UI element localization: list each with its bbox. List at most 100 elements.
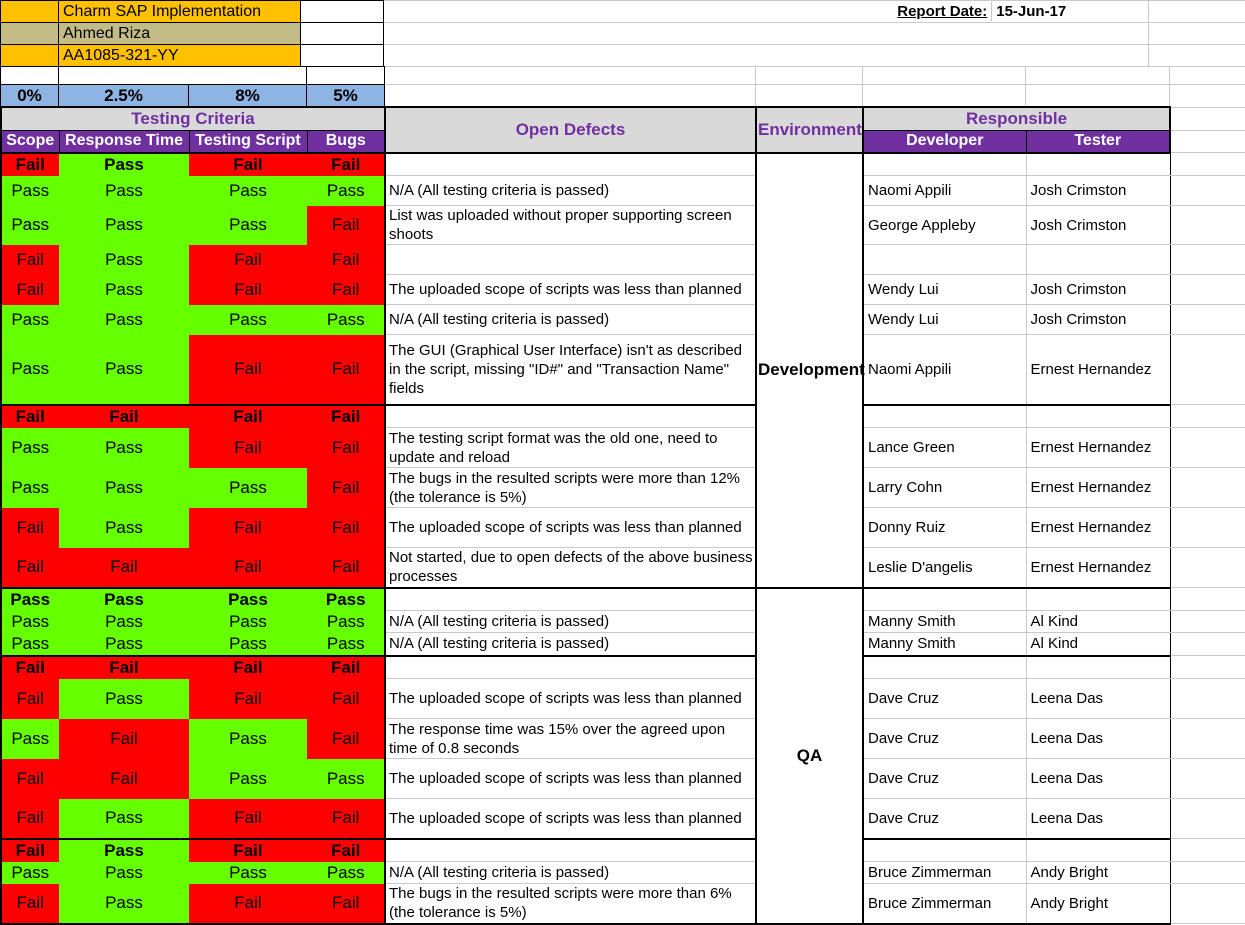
status-scope: Pass: [1, 588, 59, 611]
developer-name: Lance Green: [863, 428, 1026, 468]
row-blank-right: [1170, 719, 1245, 759]
row-blank-right: [1170, 153, 1245, 176]
status-testing-script: Fail: [189, 679, 307, 719]
spacer-h: [1170, 67, 1245, 85]
row-blank-right: [1170, 799, 1245, 839]
top-blank-2: [384, 23, 1149, 45]
tester-name: [1026, 588, 1170, 611]
project-name-value: Charm SAP Implementation: [59, 1, 301, 23]
row-blank-right: [1170, 588, 1245, 611]
developer-name: [863, 245, 1026, 275]
row-blank-right: [1170, 611, 1245, 633]
table-row: FailPassFailFailDevelopment: [1, 153, 1245, 176]
open-defect-text: The GUI (Graphical User Interface) isn't…: [385, 335, 756, 405]
manager-spacer: [301, 23, 384, 45]
status-bugs: Pass: [307, 611, 385, 633]
header-blank-right-2: [1170, 131, 1245, 153]
table-row: FailPassFailFailThe bugs in the resulted…: [1, 884, 1245, 924]
row-blank-right: [1170, 428, 1245, 468]
table-row: PassPassPassPassN/A (All testing criteri…: [1, 633, 1245, 656]
open-defect-text: The uploaded scope of scripts was less t…: [385, 759, 756, 799]
manager-value: Ahmed Riza: [59, 23, 301, 45]
developer-name: Manny Smith: [863, 611, 1026, 633]
status-scope: Pass: [1, 305, 59, 335]
status-testing-script: Fail: [189, 428, 307, 468]
status-bugs: Fail: [307, 153, 385, 176]
header-info-table: Charm SAP Implementation Report Date: 15…: [0, 0, 1245, 67]
open-defect-text: The uploaded scope of scripts was less t…: [385, 679, 756, 719]
status-bugs: Fail: [307, 799, 385, 839]
report-date-label: Report Date:: [889, 2, 992, 21]
status-bugs: Fail: [307, 719, 385, 759]
open-defect-text: N/A (All testing criteria is passed): [385, 176, 756, 206]
table-row: PassPassPassFailList was uploaded withou…: [1, 206, 1245, 245]
main-data-table: Testing Criteria Open Defects Environmen…: [0, 106, 1245, 925]
open-defect-text: The bugs in the resulted scripts were mo…: [385, 468, 756, 508]
row-blank-right: [1170, 468, 1245, 508]
header-testing-criteria: Testing Criteria: [1, 107, 385, 131]
developer-name: Larry Cohn: [863, 468, 1026, 508]
status-response-time: Pass: [59, 153, 189, 176]
tester-name: Ernest Hernandez: [1026, 335, 1170, 405]
row-blank-right: [1170, 548, 1245, 588]
row-blank-right: [1170, 862, 1245, 884]
table-row: PassPassPassPassQA: [1, 588, 1245, 611]
spacer-a: [1, 67, 59, 85]
status-scope: Fail: [1, 245, 59, 275]
tester-name: [1026, 656, 1170, 679]
open-defect-text: N/A (All testing criteria is passed): [385, 305, 756, 335]
spacer-g: [1026, 67, 1170, 85]
status-testing-script: Fail: [189, 405, 307, 428]
status-scope: Fail: [1, 799, 59, 839]
status-bugs: Fail: [307, 428, 385, 468]
status-testing-script: Fail: [189, 508, 307, 548]
open-defect-text: [385, 839, 756, 862]
status-bugs: Pass: [307, 759, 385, 799]
status-bugs: Fail: [307, 468, 385, 508]
table-row: PassPassPassPassN/A (All testing criteri…: [1, 176, 1245, 206]
tester-name: Ernest Hernandez: [1026, 508, 1170, 548]
status-response-time: Pass: [59, 176, 189, 206]
tolerance-testing-script: 8%: [189, 85, 307, 108]
status-scope: Fail: [1, 656, 59, 679]
row-blank-right: [1170, 656, 1245, 679]
status-bugs: Fail: [307, 206, 385, 245]
open-defect-text: [385, 245, 756, 275]
project-name-spacer: [301, 1, 384, 23]
developer-name: [863, 405, 1026, 428]
tester-name: Andy Bright: [1026, 884, 1170, 924]
developer-name: Manny Smith: [863, 633, 1026, 656]
status-testing-script: Fail: [189, 799, 307, 839]
project-code-row: AA1085-321-YY: [1, 45, 1245, 67]
table-row: PassPassPassPassN/A (All testing criteri…: [1, 305, 1245, 335]
table-row: FailFailPassPassThe uploaded scope of sc…: [1, 759, 1245, 799]
status-bugs: Fail: [307, 335, 385, 405]
status-testing-script: Pass: [189, 862, 307, 884]
status-scope: Pass: [1, 719, 59, 759]
table-row: FailPassFailFail: [1, 245, 1245, 275]
developer-name: George Appleby: [863, 206, 1026, 245]
table-row: PassPassFailFailThe testing script forma…: [1, 428, 1245, 468]
open-defect-text: The testing script format was the old on…: [385, 428, 756, 468]
tester-name: Josh Crimston: [1026, 305, 1170, 335]
tester-name: Josh Crimston: [1026, 275, 1170, 305]
tolerance-blank-4: [1026, 85, 1170, 108]
status-bugs: Fail: [307, 405, 385, 428]
table-row: PassFailPassFailThe response time was 15…: [1, 719, 1245, 759]
status-scope: Fail: [1, 275, 59, 305]
table-row: PassPassFailFailThe GUI (Graphical User …: [1, 335, 1245, 405]
status-scope: Fail: [1, 153, 59, 176]
status-scope: Pass: [1, 633, 59, 656]
environment-cell: QA: [756, 588, 863, 924]
open-defect-text: Not started, due to open defects of the …: [385, 548, 756, 588]
table-row: FailFailFailFail: [1, 405, 1245, 428]
status-testing-script: Pass: [189, 305, 307, 335]
status-bugs: Fail: [307, 839, 385, 862]
tolerance-blank-3: [863, 85, 1026, 108]
tolerance-row: 0% 2.5% 8% 5%: [1, 85, 1245, 108]
row-blank-right: [1170, 305, 1245, 335]
tolerance-scope: 0%: [1, 85, 59, 108]
environment-cell: Development: [756, 153, 863, 588]
code-label-cell: [1, 45, 59, 67]
developer-name: Dave Cruz: [863, 719, 1026, 759]
